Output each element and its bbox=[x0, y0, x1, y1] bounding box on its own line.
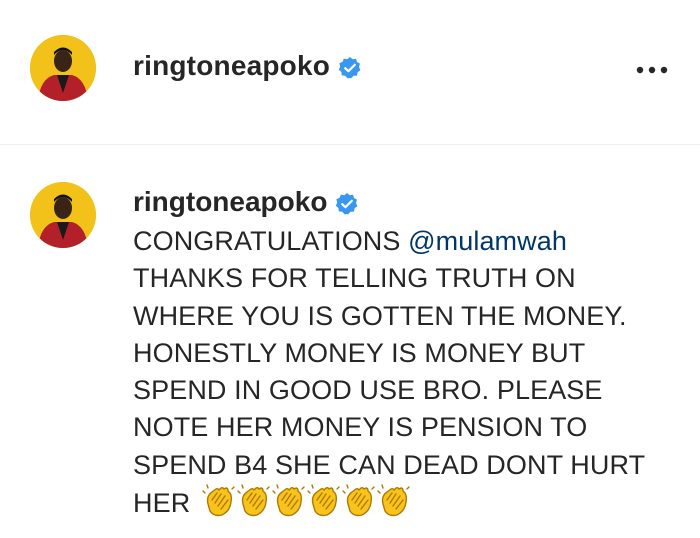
comment-username-text[interactable]: ringtoneapoko bbox=[133, 186, 327, 218]
clapping-emoji-group bbox=[202, 484, 412, 528]
comment-text-body: THANKS FOR TELLING TRUTH ON WHERE YOU IS… bbox=[133, 263, 645, 519]
clapping-hands-icon bbox=[202, 484, 236, 518]
clapping-hands-icon bbox=[307, 484, 341, 518]
avatar-photo bbox=[30, 182, 96, 248]
clapping-hands-icon bbox=[342, 484, 376, 518]
clapping-hands-icon bbox=[237, 484, 271, 518]
comment-username[interactable]: ringtoneapoko bbox=[133, 186, 359, 218]
clapping-hands-icon bbox=[272, 484, 306, 518]
verified-badge-icon bbox=[335, 191, 359, 215]
post-username[interactable]: ringtoneapoko bbox=[133, 50, 362, 82]
avatar-photo bbox=[30, 35, 96, 101]
comment: ringtoneapoko CONGRATULATIONS @mulamwah … bbox=[0, 146, 700, 538]
post-header: ringtoneapoko bbox=[0, 0, 700, 145]
avatar[interactable] bbox=[30, 35, 96, 101]
more-options-icon bbox=[636, 66, 668, 74]
verified-badge-icon bbox=[338, 55, 362, 79]
post-username-text[interactable]: ringtoneapoko bbox=[133, 50, 330, 82]
comment-text-start: CONGRATULATIONS bbox=[133, 226, 409, 256]
comment-text: CONGRATULATIONS @mulamwah THANKS FOR TEL… bbox=[133, 223, 673, 528]
mention-link[interactable]: @mulamwah bbox=[408, 226, 567, 256]
avatar[interactable] bbox=[30, 182, 96, 248]
more-options-button[interactable] bbox=[630, 55, 674, 85]
clapping-hands-icon bbox=[377, 484, 411, 518]
